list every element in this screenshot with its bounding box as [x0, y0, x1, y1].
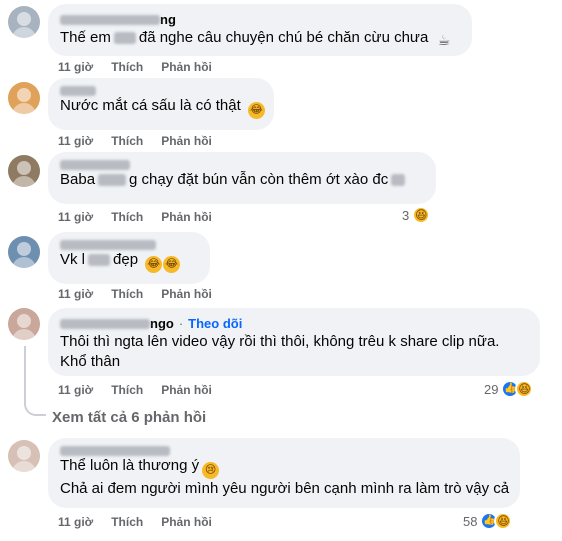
redacted-name [60, 240, 156, 250]
comment-text-part: Baba [60, 171, 96, 188]
follow-button[interactable]: Theo dõi [188, 316, 242, 332]
comment-author[interactable] [60, 86, 262, 96]
comment-time[interactable]: 11 giờ [58, 515, 93, 529]
reaction-count: 58 [463, 513, 478, 529]
comment-bubble: Thể luôn là thương ý 😢 Chả ai đem người m… [48, 438, 520, 508]
author-name-suffix: ng [160, 12, 176, 27]
redacted-name [60, 319, 150, 329]
comment-text-part: Thể luôn là thương ý [60, 457, 200, 474]
comment-text-part: đẹp [113, 251, 139, 268]
comment-text: Vk l đẹp 😂 😂 [60, 250, 198, 273]
coffee-cup-icon: ☕ [437, 32, 451, 48]
comment-actions: 11 giờ Thích Phản hồi [58, 60, 230, 74]
comment-text-line: Thể luôn là thương ý 😢 [60, 456, 508, 479]
comment-bubble: ng Thế em đã nghe câu chuyện chú bé chăn … [48, 4, 472, 56]
crying-icon: 😢 [202, 461, 220, 479]
comment-text-line: Chả ai đem người mình yêu người bên cạnh… [60, 479, 510, 497]
comment-bubble: Nước mắt cá sấu là có thật 😂 [48, 78, 274, 130]
laugh-icon: 😂 [163, 255, 181, 273]
haha-reaction-icon: 😆 [494, 512, 513, 530]
laugh-icon: 😂 [145, 255, 163, 273]
comment-time[interactable]: 11 giờ [58, 134, 93, 148]
comment-actions: 11 giờ Thích Phản hồi [58, 515, 230, 529]
redacted-name [60, 160, 130, 170]
thread-line [24, 346, 26, 396]
comment-text-line: Thôi thì ngta lên video vậy rồi thì thôi… [60, 333, 500, 350]
reaction-count: 29 [484, 381, 499, 397]
like-button[interactable]: Thích [111, 515, 143, 529]
like-button[interactable]: Thích [111, 383, 143, 397]
comment-text: Thế em đã nghe câu chuyện chú bé chăn cừu… [60, 28, 460, 49]
comment-bubble: Baba g chạy đặt bún vẫn còn thêm ớt xào đ… [48, 152, 436, 204]
reply-button[interactable]: Phản hồi [161, 383, 212, 397]
comment-actions: 11 giờ Thích Phản hồi [58, 210, 230, 224]
rolling-laugh-icon: 😂 [247, 101, 265, 119]
comment-text: Nước mắt cá sấu là có thật 😂 [60, 96, 265, 119]
redacted-name [60, 86, 96, 96]
comment-author[interactable]: ngo · Theo dõi [60, 316, 528, 332]
like-button[interactable]: Thích [111, 287, 143, 301]
haha-reaction-icon: 😆 [515, 380, 534, 398]
comment-actions: 11 giờ Thích Phản hồi [58, 134, 230, 148]
comment-text-part: Vk l [60, 251, 86, 268]
comment-text-part: Thế em [60, 29, 111, 46]
comment-author[interactable] [60, 240, 198, 250]
comment-time[interactable]: 11 giờ [58, 287, 93, 301]
reply-button[interactable]: Phản hồi [161, 515, 212, 529]
redacted-text [88, 254, 111, 267]
comment-author[interactable]: ng [60, 12, 460, 28]
like-button[interactable]: Thích [111, 134, 143, 148]
comment-text: Baba g chạy đặt bún vẫn còn thêm ớt xào đ… [60, 170, 424, 190]
view-all-replies-link[interactable]: Xem tất cả 6 phản hồi [52, 409, 206, 426]
comment-actions: 11 giờ Thích Phản hồi [58, 383, 230, 397]
comment-text-line: Khổ thân [60, 353, 121, 370]
comment-time[interactable]: 11 giờ [58, 60, 93, 74]
author-name-suffix: ngo [150, 316, 174, 331]
comment-author[interactable] [60, 160, 424, 170]
comment-time[interactable]: 11 giờ [58, 383, 93, 397]
comment-actions: 11 giờ Thích Phản hồi [58, 287, 230, 301]
reply-button[interactable]: Phản hồi [161, 60, 212, 74]
avatar[interactable] [8, 308, 40, 340]
avatar[interactable] [8, 236, 40, 268]
reaction-summary[interactable]: 29 👍 😆 [484, 380, 534, 398]
avatar[interactable] [8, 155, 40, 187]
reaction-count: 3 [402, 207, 410, 223]
haha-reaction-icon: 😆 [412, 206, 431, 224]
reply-button[interactable]: Phản hồi [161, 287, 212, 301]
redacted-name [60, 15, 160, 25]
reply-connector [24, 394, 46, 416]
redacted-name [60, 446, 170, 456]
like-button[interactable]: Thích [111, 60, 143, 74]
avatar[interactable] [8, 6, 40, 38]
comment-author[interactable] [60, 446, 508, 456]
redacted-text [98, 174, 127, 187]
comment-bubble: Vk l đẹp 😂 😂 [48, 232, 210, 284]
avatar[interactable] [8, 82, 40, 114]
redacted-text [113, 32, 136, 45]
avatar[interactable] [8, 440, 40, 472]
comment-text-part: đã nghe câu chuyện chú bé chăn cừu chưa [138, 29, 429, 46]
separator-dot: · [178, 316, 184, 331]
comment-time[interactable]: 11 giờ [58, 210, 93, 224]
redacted-text [391, 174, 406, 187]
comment-text-part: g chạy đặt bún vẫn còn thêm ớt xào đc [129, 171, 389, 188]
reaction-summary[interactable]: 3 😆 [402, 206, 431, 224]
reply-button[interactable]: Phản hồi [161, 210, 212, 224]
like-button[interactable]: Thích [111, 210, 143, 224]
comment-bubble: ngo · Theo dõi Thôi thì ngta lên video v… [48, 308, 540, 376]
reply-button[interactable]: Phản hồi [161, 134, 212, 148]
reaction-summary[interactable]: 58 👍 😆 [463, 512, 513, 530]
comment-text-part: Nước mắt cá sấu là có thật [60, 97, 241, 114]
